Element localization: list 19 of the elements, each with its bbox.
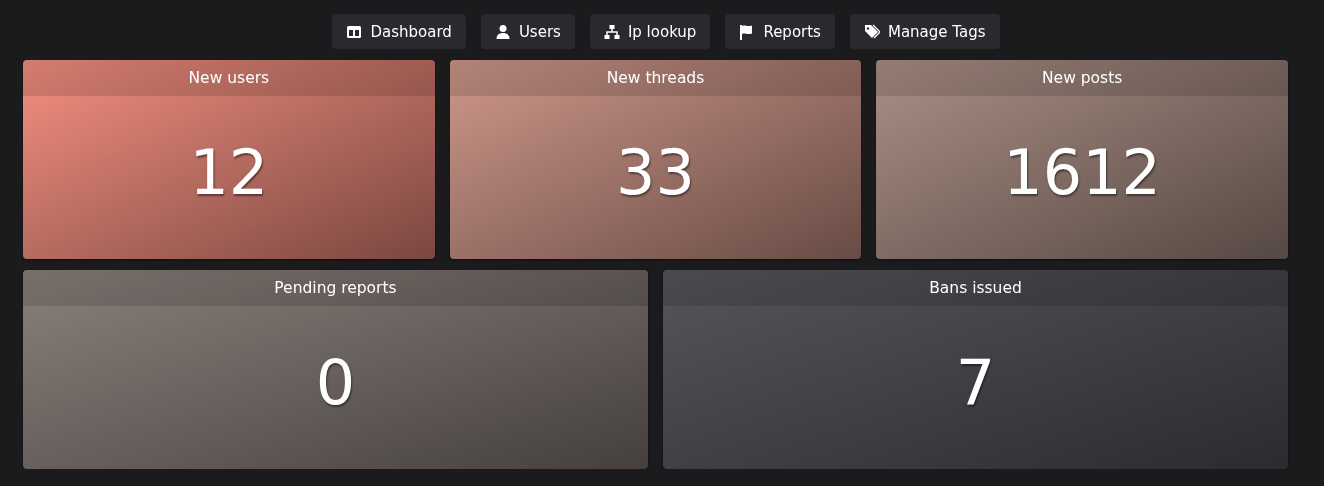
nav-button[interactable]: Dashboard <box>332 14 466 49</box>
nav-button[interactable]: Manage Tags <box>849 14 1000 49</box>
stat-value: 1612 <box>1003 136 1162 211</box>
nav-button[interactable]: Reports <box>725 14 835 49</box>
user-icon <box>494 23 511 40</box>
stat-value: 7 <box>955 346 996 421</box>
tags-icon <box>863 23 880 40</box>
nav-button[interactable]: Users <box>480 14 575 49</box>
stat-value: 33 <box>616 136 695 211</box>
sitemap-icon <box>603 23 620 40</box>
stat-value: 12 <box>189 136 269 211</box>
card-title: New posts <box>876 60 1288 96</box>
stat-value: 0 <box>315 346 356 421</box>
card-title: New threads <box>449 60 862 96</box>
card-title: Bans issued <box>663 270 1288 306</box>
nav-button[interactable]: Ip lookup <box>589 14 711 49</box>
card-title: Pending reports <box>23 270 648 306</box>
card-title: New users <box>23 60 435 96</box>
columns-icon <box>346 23 363 40</box>
